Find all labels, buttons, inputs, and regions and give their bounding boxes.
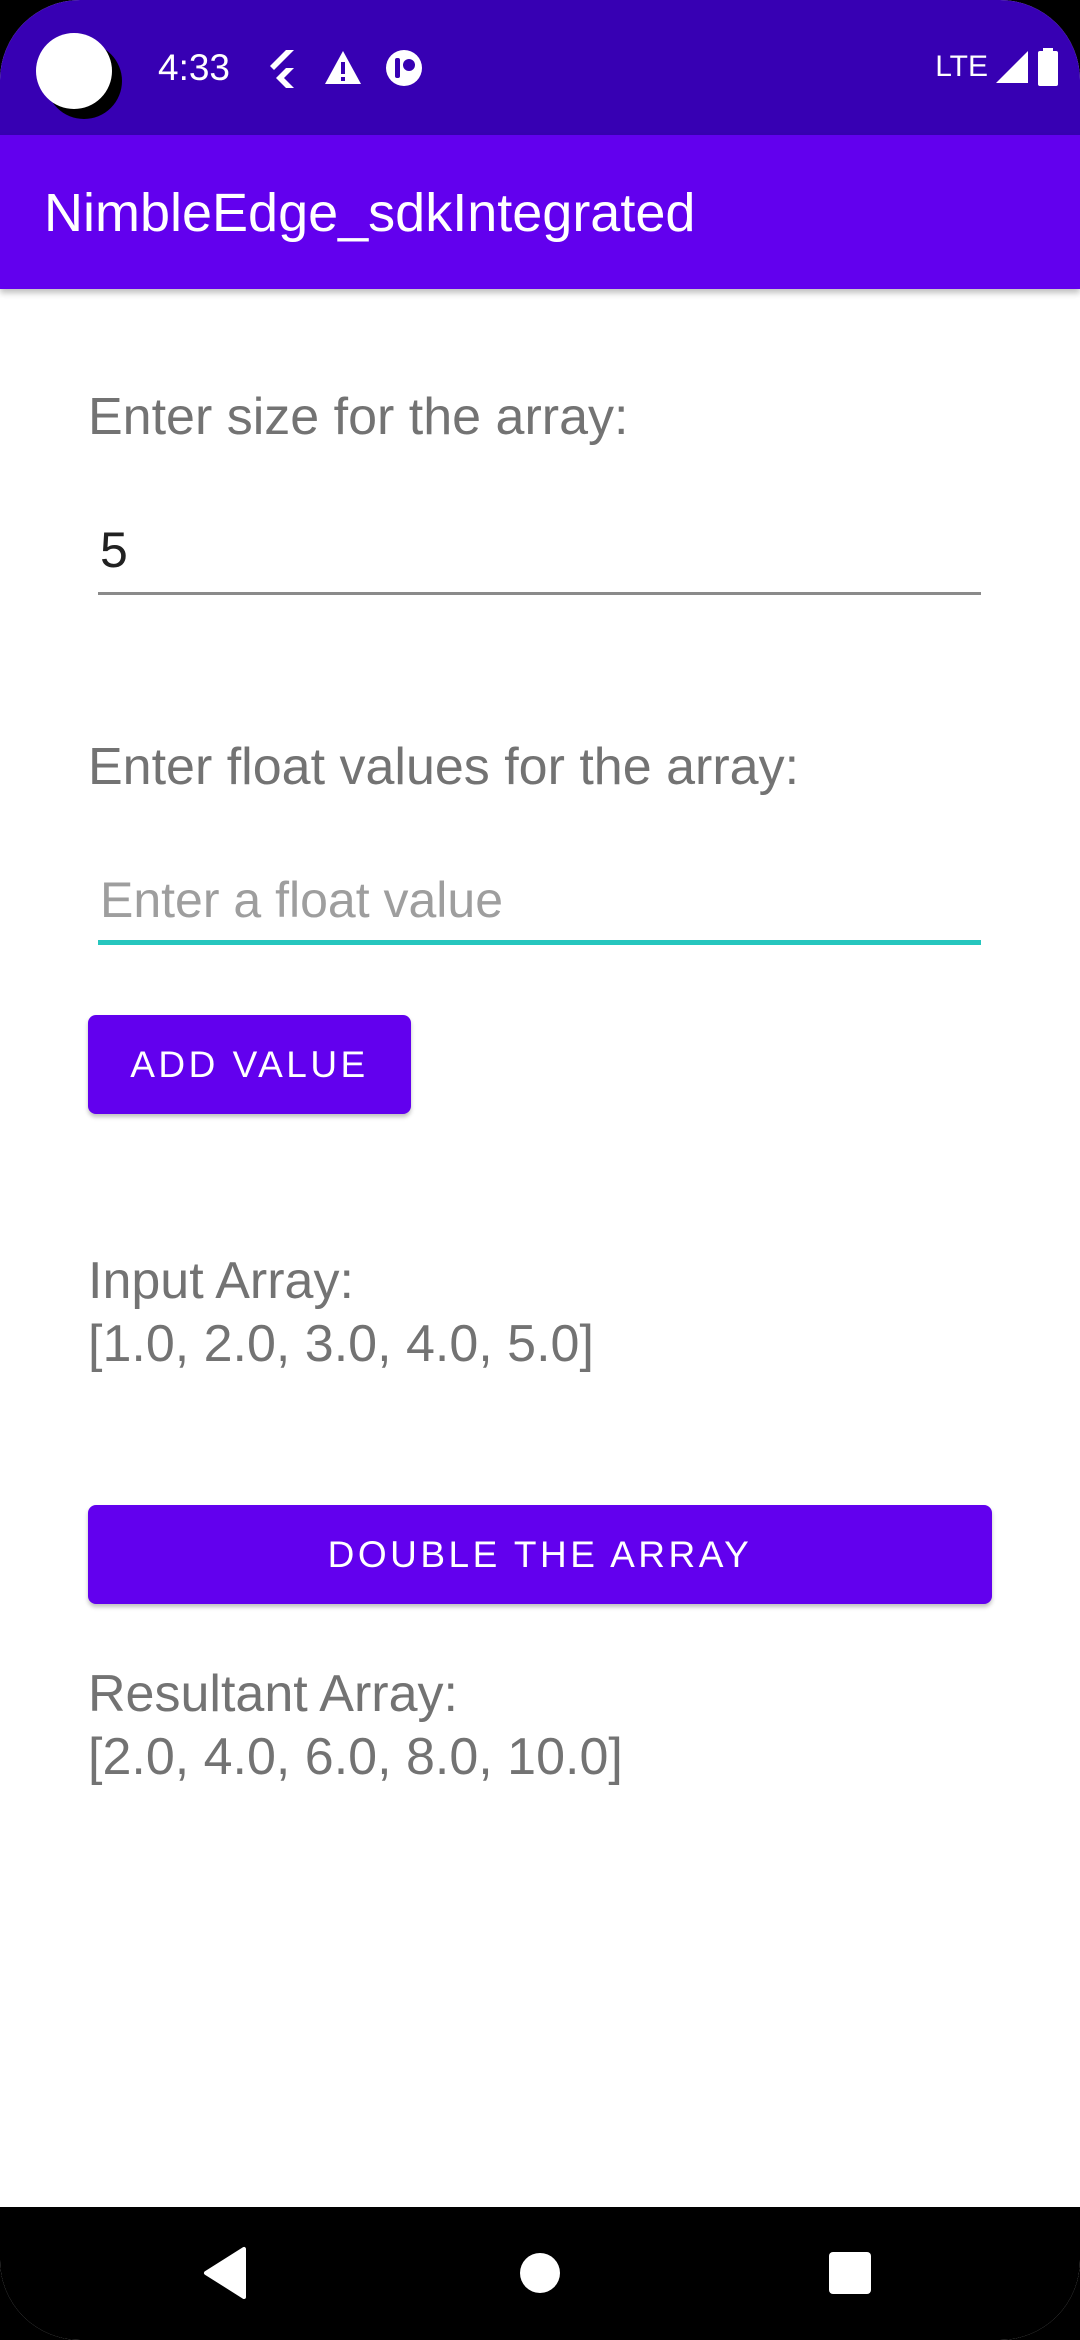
app-bar: NimbleEdge_sdkIntegrated <box>0 135 1080 289</box>
notification-icon <box>386 50 422 86</box>
float-value-input[interactable]: Enter a float value <box>98 870 981 950</box>
status-bar: 4:33 LTE <box>0 0 1080 135</box>
float-value-placeholder[interactable]: Enter a float value <box>100 870 503 930</box>
status-time: 4:33 <box>158 47 231 88</box>
app-title: NimbleEdge_sdkIntegrated <box>44 183 696 243</box>
float-values-label: Enter float values for the array: <box>88 738 800 796</box>
size-input-value[interactable]: 5 <box>100 520 128 580</box>
input-array-value: [1.0, 2.0, 3.0, 4.0, 5.0] <box>88 1315 594 1373</box>
warning-icon <box>325 51 361 84</box>
result-array-value: [2.0, 4.0, 6.0, 8.0, 10.0] <box>88 1728 623 1786</box>
battery-icon <box>1038 48 1058 86</box>
network-type-label: LTE <box>935 50 988 83</box>
flutter-icon <box>270 50 294 88</box>
phone-screen: 4:33 LTE NimbleEdge_sdkIntegrated Enter … <box>0 0 1080 2340</box>
float-value-input-underline <box>98 940 981 945</box>
signal-icon <box>996 51 1028 83</box>
recents-icon[interactable] <box>818 2241 882 2305</box>
input-array-label: Input Array: <box>88 1252 354 1310</box>
camera-cutout-icon <box>36 33 112 109</box>
result-array-label: Resultant Array: <box>88 1665 458 1723</box>
double-array-button[interactable]: DOUBLE THE ARRAY <box>88 1505 992 1604</box>
status-right-group: LTE <box>935 44 1060 90</box>
navigation-bar <box>0 2207 1080 2340</box>
size-label: Enter size for the array: <box>88 388 629 446</box>
home-icon[interactable] <box>508 2241 572 2305</box>
size-input[interactable]: 5 <box>98 520 981 600</box>
back-icon[interactable] <box>196 2241 260 2305</box>
size-input-underline <box>98 592 981 595</box>
add-value-button[interactable]: ADD VALUE <box>88 1015 411 1114</box>
